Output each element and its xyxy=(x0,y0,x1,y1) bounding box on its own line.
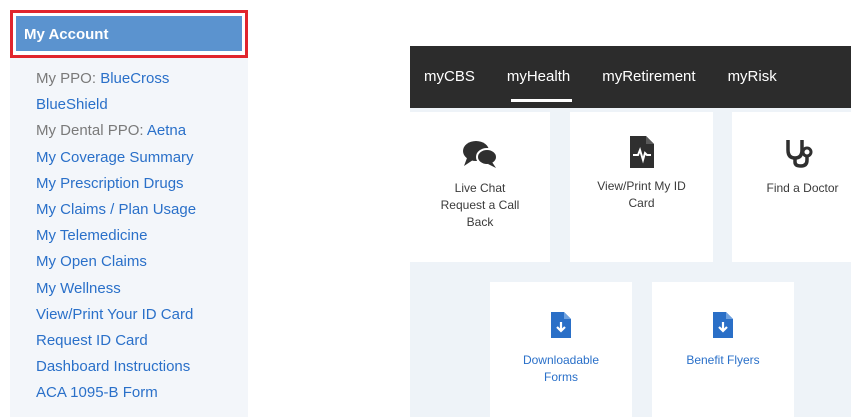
stethoscope-icon xyxy=(786,140,813,168)
menu-item-ppo: My PPO: BlueCross xyxy=(36,66,196,92)
menu-item-prefix: My Dental PPO: xyxy=(36,122,147,140)
menu-link-request-id-card[interactable]: Request ID Card xyxy=(36,328,196,354)
tile-find-doctor[interactable]: Find a Doctor xyxy=(732,112,851,262)
chat-bubbles-icon xyxy=(463,141,498,168)
menu-link-coverage-summary[interactable]: My Coverage Summary xyxy=(36,145,196,171)
tab-mycbs[interactable]: myCBS xyxy=(410,46,491,108)
tile-label-line: Live Chat xyxy=(454,181,506,195)
menu-item-dental: My Dental PPO: Aetna xyxy=(36,118,196,144)
menu-link-print-id-card[interactable]: View/Print Your ID Card xyxy=(36,302,196,328)
tile-label-line: Downloadable xyxy=(522,353,600,367)
tile-label-line: Back xyxy=(466,215,494,229)
download-document-icon xyxy=(551,312,571,338)
download-document-icon xyxy=(713,312,733,338)
menu-item-prefix: My PPO: xyxy=(36,70,101,87)
menu-link-dental[interactable]: Aetna xyxy=(147,122,186,139)
highlight-frame: My Account xyxy=(10,10,248,58)
tile-label-line: Find a Doctor xyxy=(766,181,839,195)
top-nav: myCBS myHealth myRetirement myRisk xyxy=(410,46,851,108)
tile-label-line: Forms xyxy=(544,370,578,384)
id-card-icon xyxy=(629,136,654,168)
menu-link-aca-form[interactable]: ACA 1095-B Form xyxy=(36,380,196,406)
my-account-header[interactable]: My Account xyxy=(16,16,242,51)
tile-benefit-flyers[interactable]: Benefit Flyers xyxy=(652,282,794,417)
menu-link-open-claims[interactable]: My Open Claims xyxy=(36,249,196,275)
tab-myrisk[interactable]: myRisk xyxy=(712,46,793,108)
menu-item-ppo-cont: BlueShield xyxy=(36,92,196,118)
tab-myhealth[interactable]: myHealth xyxy=(491,46,586,108)
my-account-panel: My Account My PPO: BlueCross BlueShield … xyxy=(10,10,248,417)
menu-link-ppo[interactable]: BlueCross xyxy=(100,70,169,87)
tile-label-line: Request a Call xyxy=(440,198,520,212)
tab-myretirement[interactable]: myRetirement xyxy=(586,46,711,108)
menu-link-prescription-drugs[interactable]: My Prescription Drugs xyxy=(36,171,196,197)
account-menu-list: My PPO: BlueCross BlueShield My Dental P… xyxy=(36,66,196,407)
tile-label-line: Benefit Flyers xyxy=(686,353,760,367)
tile-live-chat[interactable]: Live Chat Request a Call Back xyxy=(410,112,550,262)
tile-print-id-card[interactable]: View/Print My ID Card xyxy=(570,112,713,262)
menu-link-ppo-cont[interactable]: BlueShield xyxy=(36,96,108,113)
menu-link-dashboard-instructions[interactable]: Dashboard Instructions xyxy=(36,354,196,380)
menu-link-claims-plan-usage[interactable]: My Claims / Plan Usage xyxy=(36,197,196,223)
health-portal: myCBS myHealth myRetirement myRisk Live … xyxy=(410,46,851,417)
menu-link-wellness[interactable]: My Wellness xyxy=(36,276,196,302)
tile-label-line: View/Print My ID xyxy=(597,179,686,193)
tile-label-line: Card xyxy=(628,196,655,210)
tile-downloadable-forms[interactable]: Downloadable Forms xyxy=(490,282,632,417)
menu-link-telemedicine[interactable]: My Telemedicine xyxy=(36,223,196,249)
